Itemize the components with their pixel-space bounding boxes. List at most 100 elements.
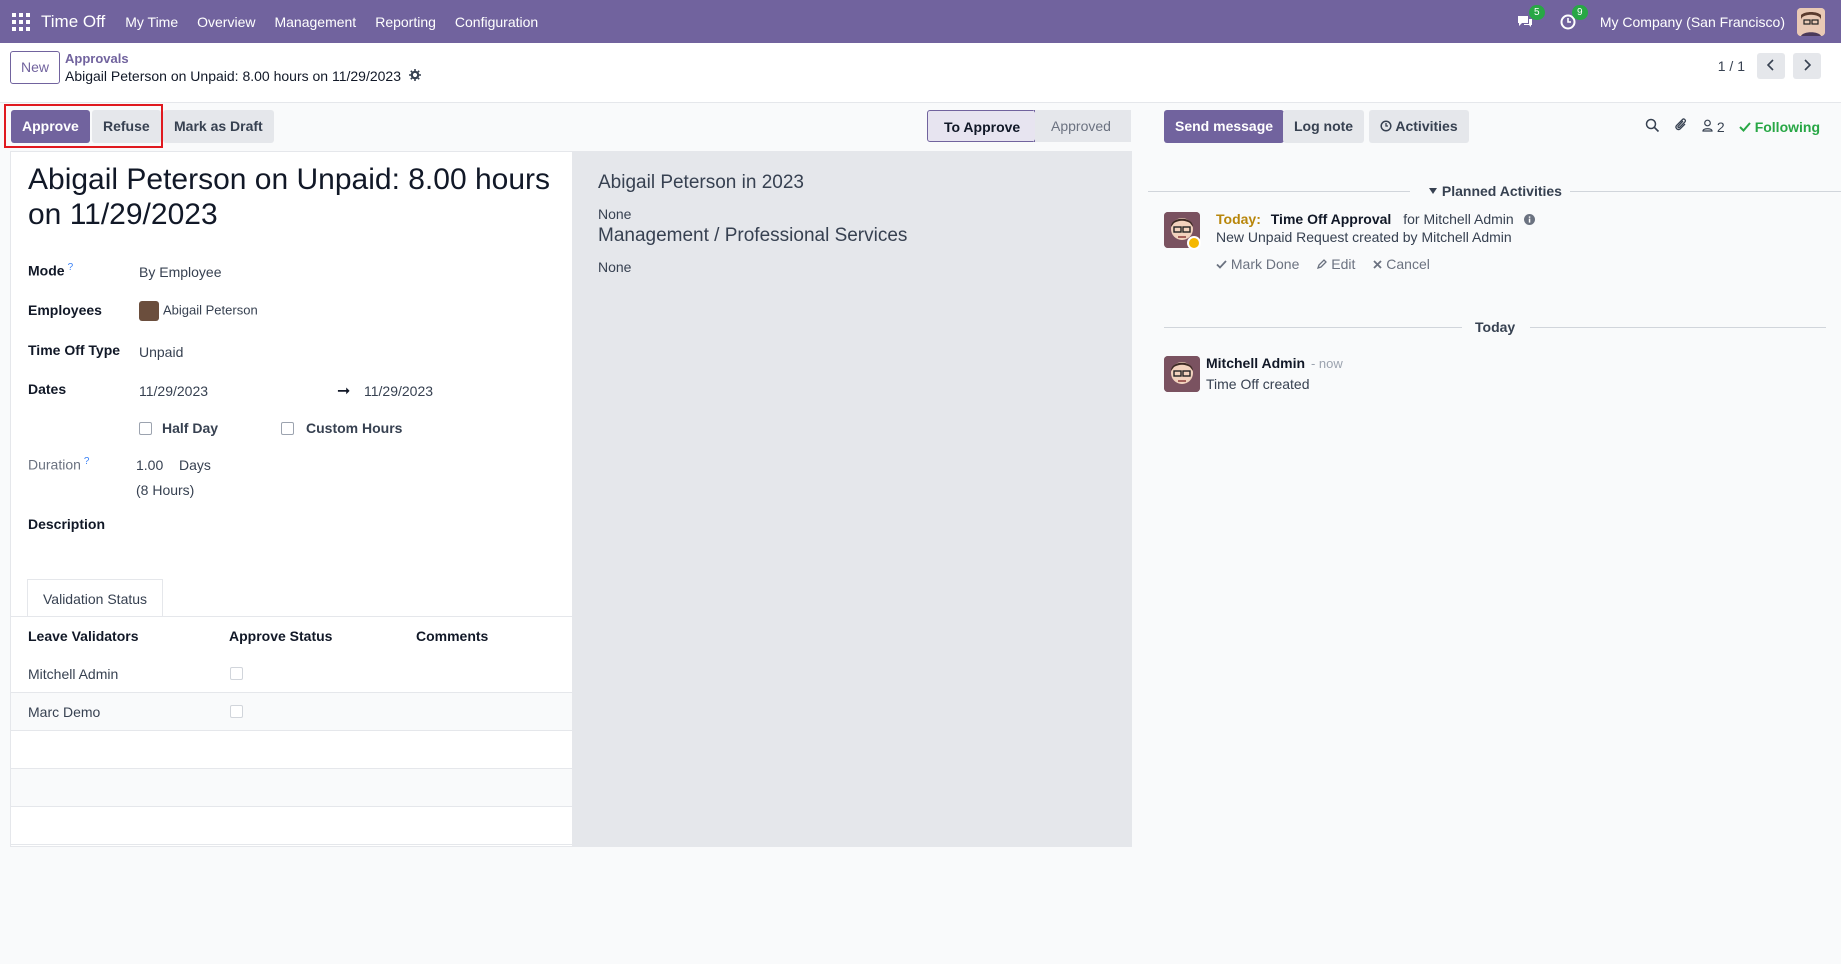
pencil-icon <box>1317 256 1328 272</box>
planned-activities-toggle[interactable]: Planned Activities <box>1428 183 1562 199</box>
new-button[interactable]: New <box>10 51 61 84</box>
cancel-link[interactable]: Cancel <box>1373 256 1430 272</box>
form-statusbar: Approve Refuse Mark as Draft To Approve … <box>0 104 1141 151</box>
approve-status-checkbox[interactable] <box>230 667 243 680</box>
mark-as-draft-button[interactable]: Mark as Draft <box>163 110 274 143</box>
menu-configuration[interactable]: Configuration <box>455 14 538 30</box>
followers-count: 2 <box>1716 118 1725 135</box>
mode-value[interactable]: By Employee <box>139 264 221 280</box>
top-navbar: Time Off My Time Overview Management Rep… <box>0 0 1841 43</box>
menu-reporting[interactable]: Reporting <box>375 14 436 30</box>
date-from-input[interactable]: 11/29/2023 <box>139 383 208 399</box>
tab-validation-status[interactable]: Validation Status <box>27 579 164 617</box>
table-row-empty <box>11 731 572 769</box>
employees-label: Employees <box>28 302 102 318</box>
date-to-input[interactable]: 11/29/2023 <box>364 383 433 399</box>
edit-link[interactable]: Edit <box>1317 256 1355 272</box>
log-note-button[interactable]: Log note <box>1283 110 1365 143</box>
column-approve-status[interactable]: Approve Status <box>229 628 332 644</box>
apps-menu-icon[interactable] <box>11 12 31 32</box>
activities-badge: 9 <box>1571 4 1588 20</box>
breadcrumb-current: Abigail Peterson on Unpaid: 8.00 hours o… <box>65 68 421 84</box>
record-title[interactable]: Abigail Peterson on Unpaid: 8.00 hours o… <box>28 162 568 232</box>
department-summary-title: Management / Professional Services <box>598 225 908 246</box>
send-message-button[interactable]: Send message <box>1164 110 1285 143</box>
app-name[interactable]: Time Off <box>41 12 105 32</box>
pager-next-button[interactable] <box>1793 53 1821 79</box>
column-leave-validators[interactable]: Leave Validators <box>28 628 139 644</box>
activity-actions: Mark Done Edit Cancel <box>1216 256 1430 272</box>
stage-approved[interactable]: Approved <box>1035 110 1131 142</box>
cancel-label: Cancel <box>1386 256 1430 272</box>
chatter-topbar-icons: 2 Following <box>1645 117 1820 136</box>
duration-value[interactable]: 1.00 <box>136 457 163 473</box>
mode-label-text: Mode <box>28 262 65 279</box>
form-sheet: Abigail Peterson on Unpaid: 8.00 hours o… <box>10 151 1132 847</box>
description-label: Description <box>28 516 106 532</box>
half-day-label: Half Day <box>162 420 219 436</box>
gear-icon[interactable] <box>409 68 421 84</box>
department-summary-value: None <box>598 259 632 275</box>
activity-description: New Unpaid Request created by Mitchell A… <box>1216 229 1512 245</box>
column-comments[interactable]: Comments <box>416 628 488 644</box>
dates-label: Dates <box>28 381 67 397</box>
breadcrumb-approvals[interactable]: Approvals <box>65 51 129 66</box>
employee-tag[interactable]: Abigail Peterson <box>139 301 258 321</box>
highlight-box <box>4 104 163 148</box>
control-panel: New Approvals Abigail Peterson on Unpaid… <box>0 43 1841 103</box>
employee-name: Abigail Peterson <box>163 302 258 318</box>
help-icon[interactable]: ? <box>68 262 74 273</box>
custom-hours-checkbox[interactable] <box>281 422 294 435</box>
activity-due-label: Today: <box>1216 211 1261 227</box>
activities-button-label: Activities <box>1395 118 1458 134</box>
half-day-checkbox[interactable] <box>139 422 152 435</box>
chevron-left-icon <box>1766 58 1775 74</box>
time-off-type-label: Time Off Type <box>28 342 121 358</box>
user-avatar[interactable] <box>1797 7 1825 36</box>
activity-header: Today: Time Off Approval for Mitchell Ad… <box>1216 211 1535 227</box>
check-icon <box>1216 256 1227 272</box>
company-switcher[interactable]: My Company (San Francisco) <box>1600 14 1785 30</box>
stage-to-approve[interactable]: To Approve <box>927 110 1035 142</box>
search-icon[interactable] <box>1645 118 1660 136</box>
activities-button[interactable]: Activities <box>1369 110 1469 143</box>
date-separator-today: Today <box>1475 319 1516 335</box>
approve-status-checkbox[interactable] <box>230 705 243 718</box>
divider-line <box>1164 327 1462 328</box>
employee-avatar <box>139 301 159 321</box>
clock-icon <box>1380 118 1395 134</box>
divider-line <box>1148 191 1410 192</box>
validator-name: Mitchell Admin <box>28 666 119 682</box>
table-row[interactable]: Mitchell Admin <box>11 655 572 693</box>
custom-hours-label: Custom Hours <box>306 420 403 436</box>
message-author-avatar[interactable] <box>1164 356 1200 392</box>
help-icon[interactable]: ? <box>84 456 90 467</box>
chevron-right-icon <box>1803 58 1812 74</box>
menu-management[interactable]: Management <box>274 14 356 30</box>
allocation-summary-title: Abigail Peterson in 2023 <box>598 172 804 193</box>
table-row[interactable]: Marc Demo <box>11 693 572 731</box>
table-row-empty <box>11 807 572 845</box>
planned-activities-label: Planned Activities <box>1441 183 1562 199</box>
mark-done-label: Mark Done <box>1230 256 1300 272</box>
pager-value[interactable]: 1 / 1 <box>1718 58 1745 74</box>
leave-summary-panel: Abigail Peterson in 2023 None Management… <box>572 152 1132 846</box>
divider-line <box>1570 191 1841 192</box>
pager-previous-button[interactable] <box>1757 53 1785 79</box>
paperclip-icon[interactable] <box>1674 117 1688 136</box>
time-off-type-value[interactable]: Unpaid <box>139 344 183 360</box>
pager: 1 / 1 <box>1718 53 1821 79</box>
message-body: Time Off created <box>1206 376 1310 392</box>
messages-icon[interactable]: 5 <box>1514 4 1545 33</box>
activity-title: Time Off Approval <box>1270 211 1392 227</box>
mark-done-link[interactable]: Mark Done <box>1216 256 1299 272</box>
activity-type-badge-icon <box>1187 236 1201 250</box>
info-icon[interactable] <box>1523 211 1535 227</box>
menu-my-time[interactable]: My Time <box>125 14 178 30</box>
activities-clock-icon[interactable]: 9 <box>1557 4 1588 33</box>
followers-button[interactable]: 2 <box>1702 119 1725 135</box>
menu-overview[interactable]: Overview <box>197 14 255 30</box>
following-button[interactable]: Following <box>1738 118 1821 135</box>
message-author[interactable]: Mitchell Admin <box>1206 355 1305 371</box>
following-label: Following <box>1754 118 1821 135</box>
